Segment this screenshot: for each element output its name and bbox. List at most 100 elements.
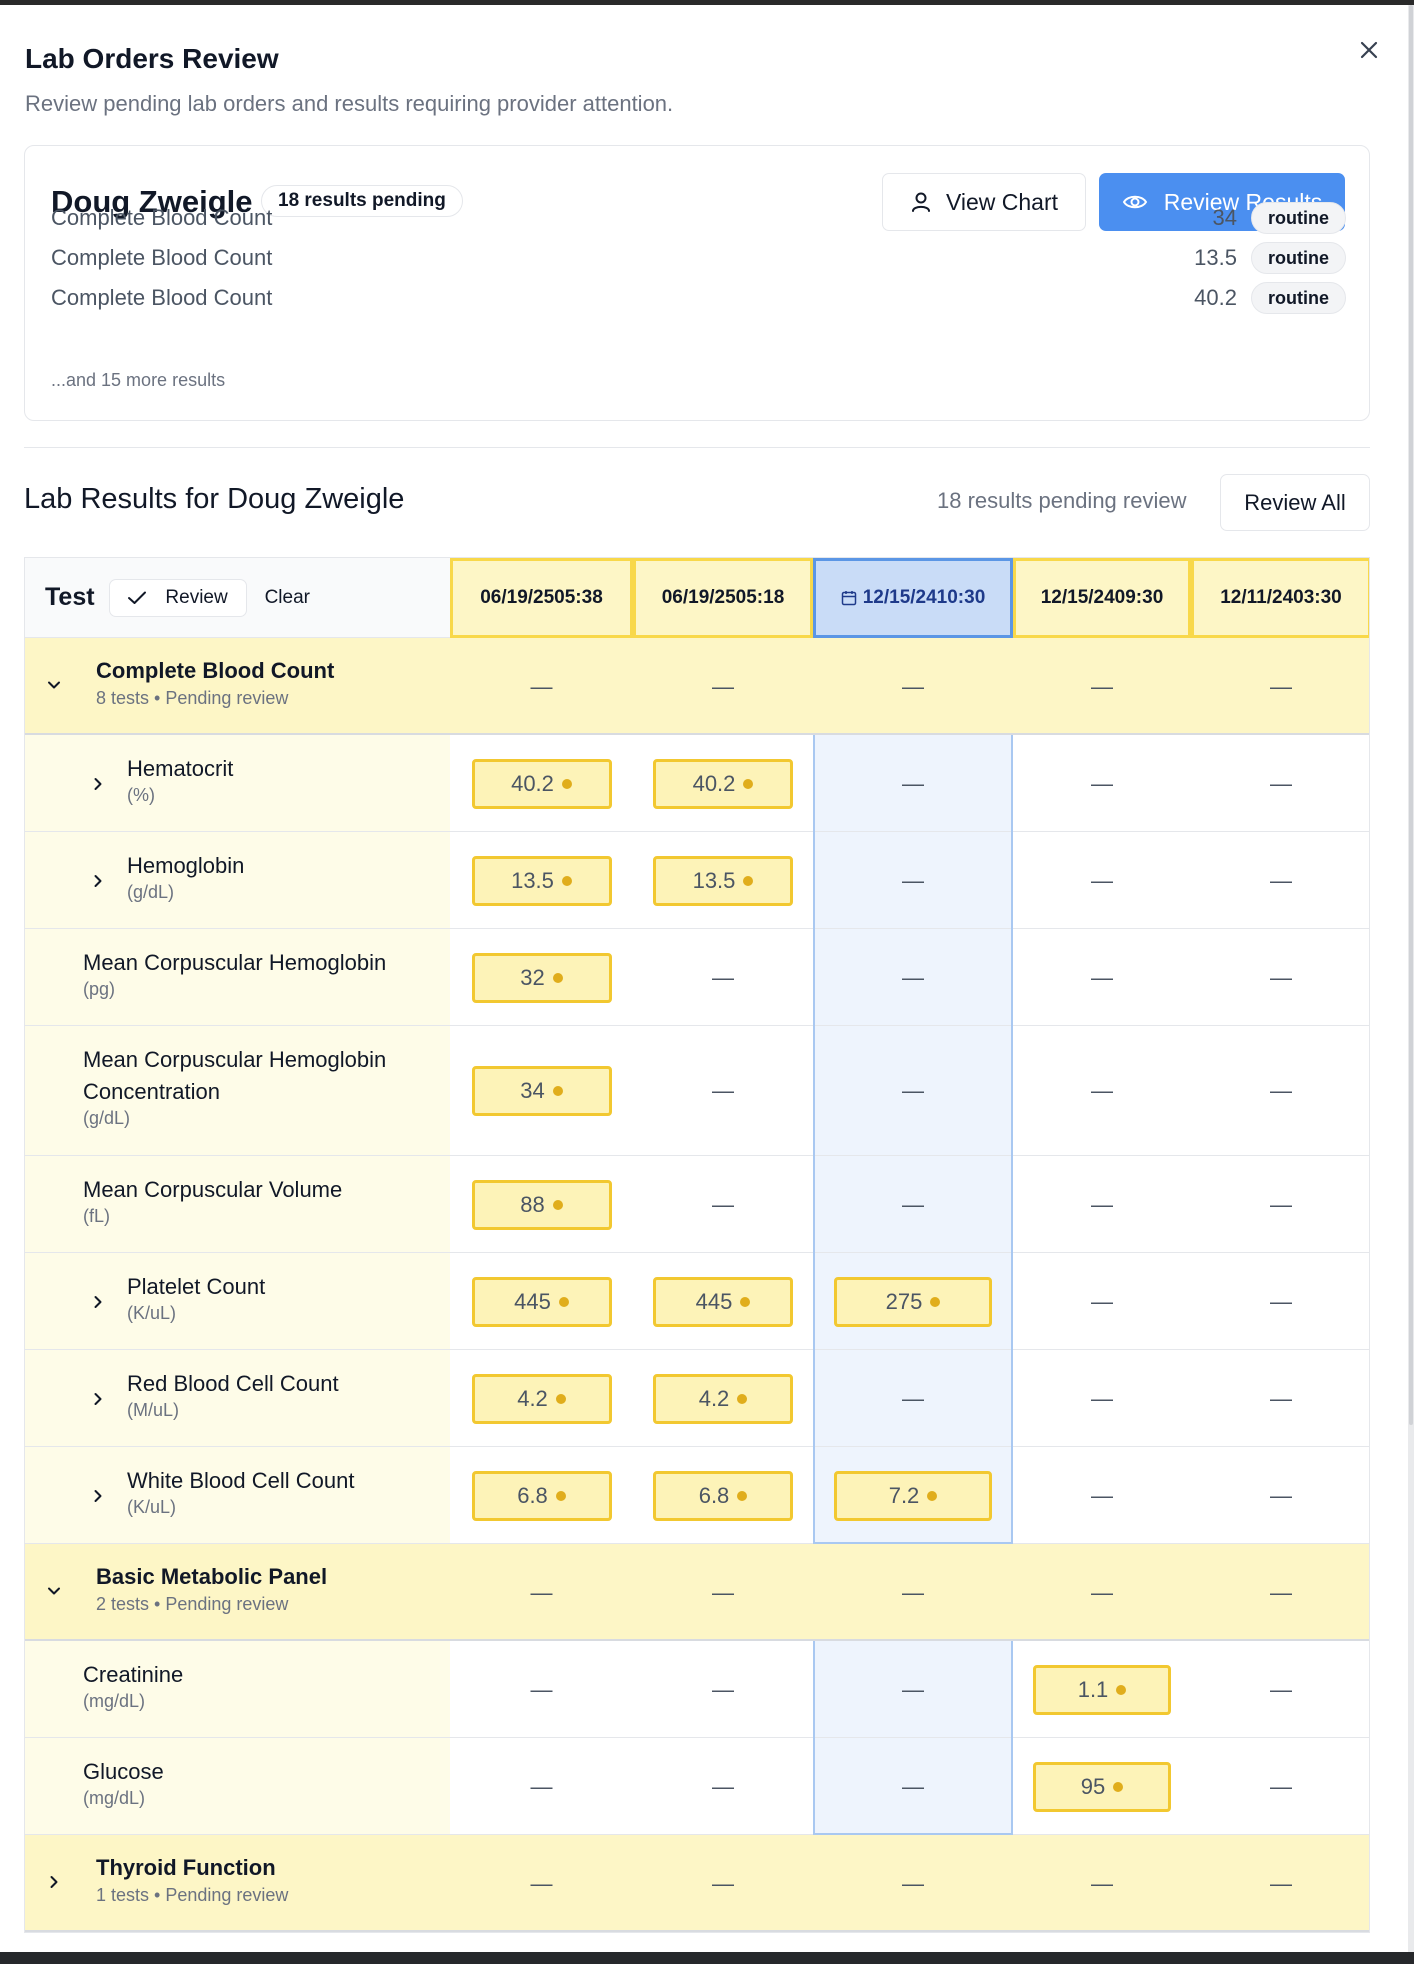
empty-value: —	[1270, 1579, 1292, 1605]
empty-value: —	[1091, 1385, 1113, 1411]
summary-result-value: 34	[1212, 205, 1237, 230]
result-value: 13.5	[511, 867, 554, 893]
result-value-pill[interactable]: 32	[471, 952, 612, 1003]
result-value-pill[interactable]: 445	[471, 1276, 612, 1327]
test-unit: (fL)	[83, 1206, 110, 1226]
result-value-pill[interactable]: 88	[471, 1179, 612, 1230]
chevron-down-icon[interactable]	[39, 1576, 69, 1606]
close-button[interactable]	[1354, 35, 1384, 65]
test-row-label: Hemoglobin (g/dL)	[127, 850, 440, 903]
test-row-label: Mean Corpuscular Hemoglobin Concentration…	[83, 1044, 440, 1129]
result-value-pill[interactable]: 4.2	[653, 1373, 793, 1424]
date-column-header[interactable]: 12/15/2410:30	[813, 558, 1013, 638]
result-value-pill[interactable]: 34	[471, 1066, 612, 1116]
test-row-label: Creatinine (mg/dL)	[83, 1659, 440, 1712]
pending-dot-icon	[1113, 1781, 1124, 1792]
chevron-right-icon[interactable]	[83, 1287, 113, 1317]
result-value: 1.1	[1077, 1676, 1109, 1702]
test-unit: (K/uL)	[127, 1497, 177, 1517]
empty-value: —	[1270, 1191, 1292, 1217]
pending-dot-icon	[1116, 1684, 1127, 1695]
date-column-header[interactable]: 12/11/2403:30	[1191, 558, 1369, 638]
result-value-pill[interactable]: 40.2	[471, 758, 612, 809]
scrollbar[interactable]	[1408, 5, 1414, 1952]
test-name: Red Blood Cell Count	[127, 1371, 339, 1396]
chevron-right-icon[interactable]	[39, 1867, 69, 1897]
empty-value: —	[530, 673, 553, 699]
pending-dot-icon	[737, 1393, 748, 1404]
empty-value: —	[712, 673, 734, 699]
result-value-pill[interactable]: 6.8	[471, 1470, 612, 1521]
empty-value: —	[1270, 673, 1292, 699]
result-value: 32	[520, 964, 545, 990]
date-column-header[interactable]: 06/19/2505:38	[450, 558, 633, 638]
chevron-right-icon	[94, 875, 102, 887]
result-value: 95	[1080, 1773, 1106, 1799]
empty-value: —	[530, 1579, 553, 1605]
result-value-pill[interactable]: 13.5	[471, 855, 612, 906]
grid-header-test-cell: Test Review Clear	[25, 558, 450, 638]
pending-dot-icon	[552, 972, 563, 983]
empty-value: —	[1091, 964, 1113, 990]
review-all-button[interactable]: Review All	[1220, 474, 1370, 531]
selected-column-outline	[813, 1641, 1013, 1835]
chevron-down-icon	[48, 1587, 60, 1595]
test-name: Mean Corpuscular Volume	[83, 1177, 343, 1202]
date-column-header[interactable]: 12/15/2409:30	[1013, 558, 1191, 638]
pending-dot-icon	[743, 778, 754, 789]
chevron-right-icon[interactable]	[83, 1384, 113, 1414]
review-selected-button[interactable]: Review	[108, 578, 247, 617]
lab-orders-dialog: Lab Orders Review Review pending lab ord…	[0, 5, 1408, 1952]
empty-value: —	[530, 1870, 553, 1896]
empty-value: —	[902, 673, 924, 699]
result-value-pill[interactable]: 95	[1033, 1761, 1171, 1812]
test-group-label: Complete Blood Count 8 tests • Pending re…	[96, 658, 436, 709]
pending-dot-icon	[561, 875, 572, 886]
test-column-header: Test	[45, 583, 95, 611]
section-divider	[24, 447, 1370, 448]
test-name: Hematocrit	[127, 756, 234, 781]
test-group-label: Basic Metabolic Panel 2 tests • Pending r…	[96, 1564, 436, 1615]
result-value: 34	[520, 1078, 545, 1103]
empty-value: —	[1270, 1870, 1292, 1896]
chevron-right-icon[interactable]	[83, 1481, 113, 1511]
patient-summary-card: Doug Zweigle 18 results pending View Cha…	[24, 145, 1370, 421]
summary-result-value: 13.5	[1194, 245, 1237, 270]
empty-value: —	[712, 964, 734, 990]
empty-value: —	[712, 1191, 734, 1217]
empty-value: —	[1091, 770, 1113, 796]
close-icon	[1360, 41, 1378, 59]
selected-column-outline	[813, 735, 1013, 1544]
test-group-summary: 8 tests • Pending review	[96, 688, 289, 708]
empty-value: —	[712, 1676, 734, 1702]
result-value-pill[interactable]: 4.2	[471, 1373, 612, 1424]
test-row-label: White Blood Cell Count (K/uL)	[127, 1465, 440, 1518]
result-value-pill[interactable]: 445	[653, 1276, 793, 1327]
results-section-title: Lab Results for Doug Zweigle	[24, 483, 405, 515]
date-label: 12/11/2403:30	[1220, 587, 1342, 608]
chevron-right-icon[interactable]	[83, 769, 113, 799]
result-value-pill[interactable]: 6.8	[653, 1470, 793, 1521]
empty-value: —	[1270, 1288, 1292, 1314]
result-value-pill[interactable]: 1.1	[1033, 1664, 1171, 1715]
summary-result-name: Complete Blood Count	[51, 285, 273, 310]
chevron-right-icon	[94, 1490, 102, 1502]
chevron-down-icon[interactable]	[39, 670, 69, 700]
empty-value: —	[1091, 1579, 1113, 1605]
result-value: 88	[520, 1191, 545, 1217]
result-value-pill[interactable]: 13.5	[653, 855, 793, 906]
empty-value: —	[902, 1579, 924, 1605]
clear-button[interactable]: Clear	[265, 587, 310, 609]
chevron-right-icon[interactable]	[83, 866, 113, 896]
date-column-header[interactable]: 06/19/2505:18	[633, 558, 813, 638]
test-name: Glucose	[83, 1759, 164, 1784]
result-value-pill[interactable]: 40.2	[653, 758, 793, 809]
review-label: Review	[165, 586, 228, 608]
test-unit: (mg/dL)	[83, 1691, 146, 1711]
test-name-continued: Concentration	[83, 1079, 220, 1104]
empty-value: —	[1270, 1385, 1292, 1411]
empty-value: —	[530, 1676, 553, 1702]
test-unit: (g/dL)	[83, 1108, 131, 1128]
empty-value: —	[1091, 1482, 1113, 1508]
empty-value: —	[1091, 867, 1113, 893]
